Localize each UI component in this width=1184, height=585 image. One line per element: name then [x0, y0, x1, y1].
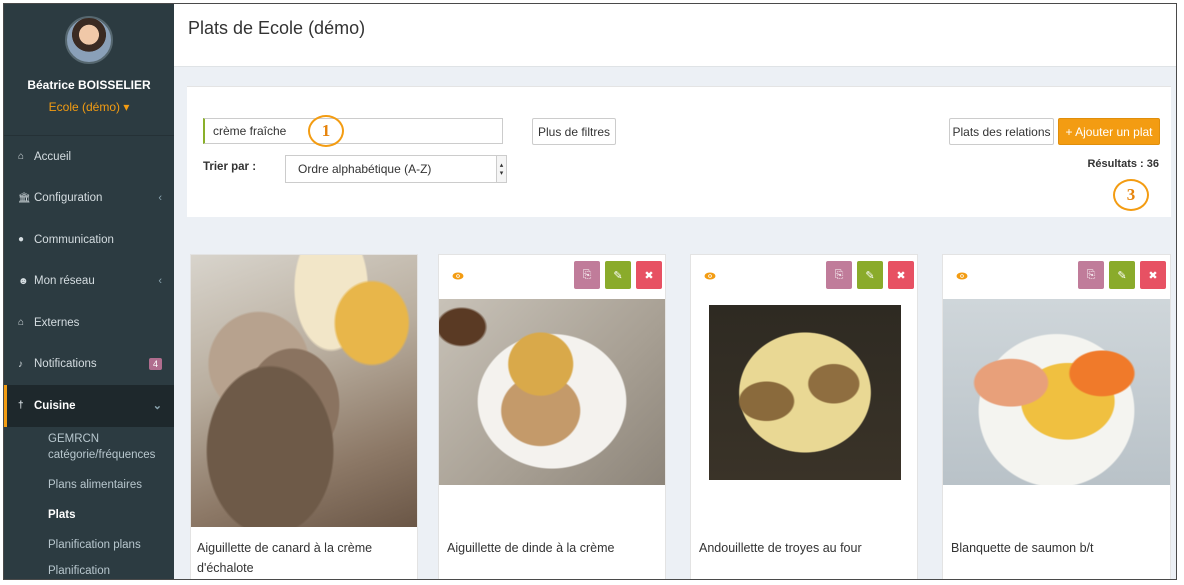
filter-box: crème fraîche 1 Plus de filtres Trier pa…: [187, 86, 1171, 217]
edit-button[interactable]: ✎: [857, 261, 883, 289]
user-panel: Béatrice BOISSELIER Ecole (démo) ▾: [4, 4, 174, 136]
users-icon: ☻: [18, 275, 29, 287]
eye-icon[interactable]: [956, 271, 968, 281]
dish-card[interactable]: ⎘ ✎ ✖ Blanquette de saumon b/t: [942, 254, 1171, 579]
more-filters-button[interactable]: Plus de filtres: [532, 118, 616, 145]
home-icon: ⌂: [18, 151, 25, 163]
search-input[interactable]: crème fraîche: [203, 118, 503, 144]
dish-title[interactable]: Aiguillette de dinde à la crème: [447, 538, 662, 558]
notification-badge: 4: [148, 358, 162, 371]
submenu-item-gemrcn[interactable]: GEMRCN catégorie/fréquences: [4, 427, 174, 469]
relations-button[interactable]: Plats des relations: [949, 118, 1054, 145]
annotation-marker-3: 3: [1113, 179, 1149, 211]
submenu-item-plans-alimentaires[interactable]: Plans alimentaires: [4, 469, 174, 499]
copy-button[interactable]: ⎘: [574, 261, 600, 289]
dish-card[interactable]: ⎘ ✎ ✖ Andouillette de troyes au four: [690, 254, 918, 579]
sidebar-item-notifications[interactable]: ♪ Notifications 4: [4, 344, 174, 386]
copy-button[interactable]: ⎘: [1078, 261, 1104, 289]
copy-icon: ⎘: [834, 268, 844, 281]
delete-button[interactable]: ✖: [636, 261, 662, 289]
chevron-down-icon: ⌄: [152, 400, 162, 413]
sidebar-item-cuisine[interactable]: † Cuisine ⌄: [4, 385, 174, 427]
cuisine-submenu: GEMRCN catégorie/fréquences Plans alimen…: [4, 426, 174, 580]
sidebar-item-label: Configuration: [34, 192, 103, 205]
page-title: Plats de Ecole (démo): [188, 18, 366, 38]
copy-icon: ⎘: [1086, 268, 1096, 281]
sidebar-item-label: Notifications: [34, 358, 97, 371]
search-value: crème fraîche: [213, 124, 287, 138]
pencil-icon: ✎: [865, 269, 875, 282]
add-dish-button[interactable]: + Ajouter un plat: [1058, 118, 1160, 145]
sidebar-item-accueil[interactable]: ⌂ Accueil: [4, 136, 174, 178]
select-arrow-icon: ▴ ▾: [496, 156, 506, 182]
sidebar-item-mon-reseau[interactable]: ☻ Mon réseau ‹: [4, 261, 174, 303]
chevron-left-icon: ‹: [158, 275, 162, 288]
sidebar-item-label: Accueil: [34, 150, 72, 163]
sidebar-item-label: Mon réseau: [34, 275, 95, 288]
sidebar-nav: ⌂ Accueil 🏛︎ Configuration ‹ ● Communica…: [4, 136, 174, 427]
sort-value: Ordre alphabétique (A-Z): [298, 162, 432, 176]
trash-icon: ✖: [644, 269, 654, 282]
sort-select[interactable]: Ordre alphabétique (A-Z) ▴ ▾: [285, 155, 507, 183]
sidebar-item-configuration[interactable]: 🏛︎ Configuration ‹: [4, 178, 174, 220]
cutlery-icon: †: [18, 400, 24, 412]
dish-title[interactable]: Andouillette de troyes au four: [699, 538, 914, 558]
submenu-item-planification-plans[interactable]: Planification plans: [4, 529, 174, 559]
sidebar-item-label: Externes: [34, 316, 80, 329]
dish-image[interactable]: [191, 255, 417, 527]
sidebar: Béatrice BOISSELIER Ecole (démo) ▾ ⌂ Acc…: [4, 4, 174, 580]
eye-icon[interactable]: [452, 271, 464, 281]
bell-icon: ♪: [18, 358, 23, 370]
comments-icon: ●: [18, 234, 25, 246]
submenu-item-plats[interactable]: Plats: [4, 499, 174, 529]
results-count: Résultats : 36: [1087, 158, 1159, 170]
trash-icon: ✖: [896, 269, 906, 282]
copy-icon: ⎘: [582, 268, 592, 281]
dish-card[interactable]: ⎘ ✎ ✖ Aiguillette de canard à la crème d…: [190, 254, 418, 579]
dish-image[interactable]: [439, 299, 665, 485]
delete-button[interactable]: ✖: [1140, 261, 1166, 289]
pencil-icon: ✎: [1117, 269, 1127, 282]
bank-icon: 🏛︎: [18, 192, 31, 204]
eye-icon[interactable]: [704, 271, 716, 281]
sort-label: Trier par :: [203, 161, 257, 173]
dish-title[interactable]: Blanquette de saumon b/t: [951, 538, 1166, 558]
annotation-marker-1: 1: [308, 115, 344, 147]
edit-button[interactable]: ✎: [1109, 261, 1135, 289]
edit-button[interactable]: ✎: [605, 261, 631, 289]
pencil-icon: ✎: [613, 269, 623, 282]
chevron-left-icon: ‹: [158, 192, 162, 205]
copy-button[interactable]: ⎘: [826, 261, 852, 289]
content-header: Plats de Ecole (démo): [174, 4, 1176, 67]
trash-icon: ✖: [1148, 269, 1158, 282]
dish-image[interactable]: [943, 299, 1170, 485]
dish-title[interactable]: Aiguillette de canard à la crème d'échal…: [197, 538, 412, 578]
user-name: Béatrice BOISSELIER: [27, 78, 151, 92]
school-dropdown[interactable]: Ecole (démo) ▾: [4, 100, 174, 114]
dish-image[interactable]: [709, 305, 901, 480]
avatar[interactable]: [65, 16, 113, 64]
dish-card[interactable]: ⎘ ✎ ✖ Aiguillette de dinde à la crème: [438, 254, 666, 579]
sidebar-item-label: Communication: [34, 233, 114, 246]
submenu-item-planification[interactable]: Planification: [4, 559, 174, 580]
sidebar-item-communication[interactable]: ● Communication: [4, 219, 174, 261]
delete-button[interactable]: ✖: [888, 261, 914, 289]
app-window: Béatrice BOISSELIER Ecole (démo) ▾ ⌂ Acc…: [3, 3, 1177, 580]
sidebar-item-label: Cuisine: [34, 399, 76, 412]
sidebar-item-externes[interactable]: ⌂ Externes: [4, 302, 174, 344]
home-icon: ⌂: [18, 317, 25, 329]
